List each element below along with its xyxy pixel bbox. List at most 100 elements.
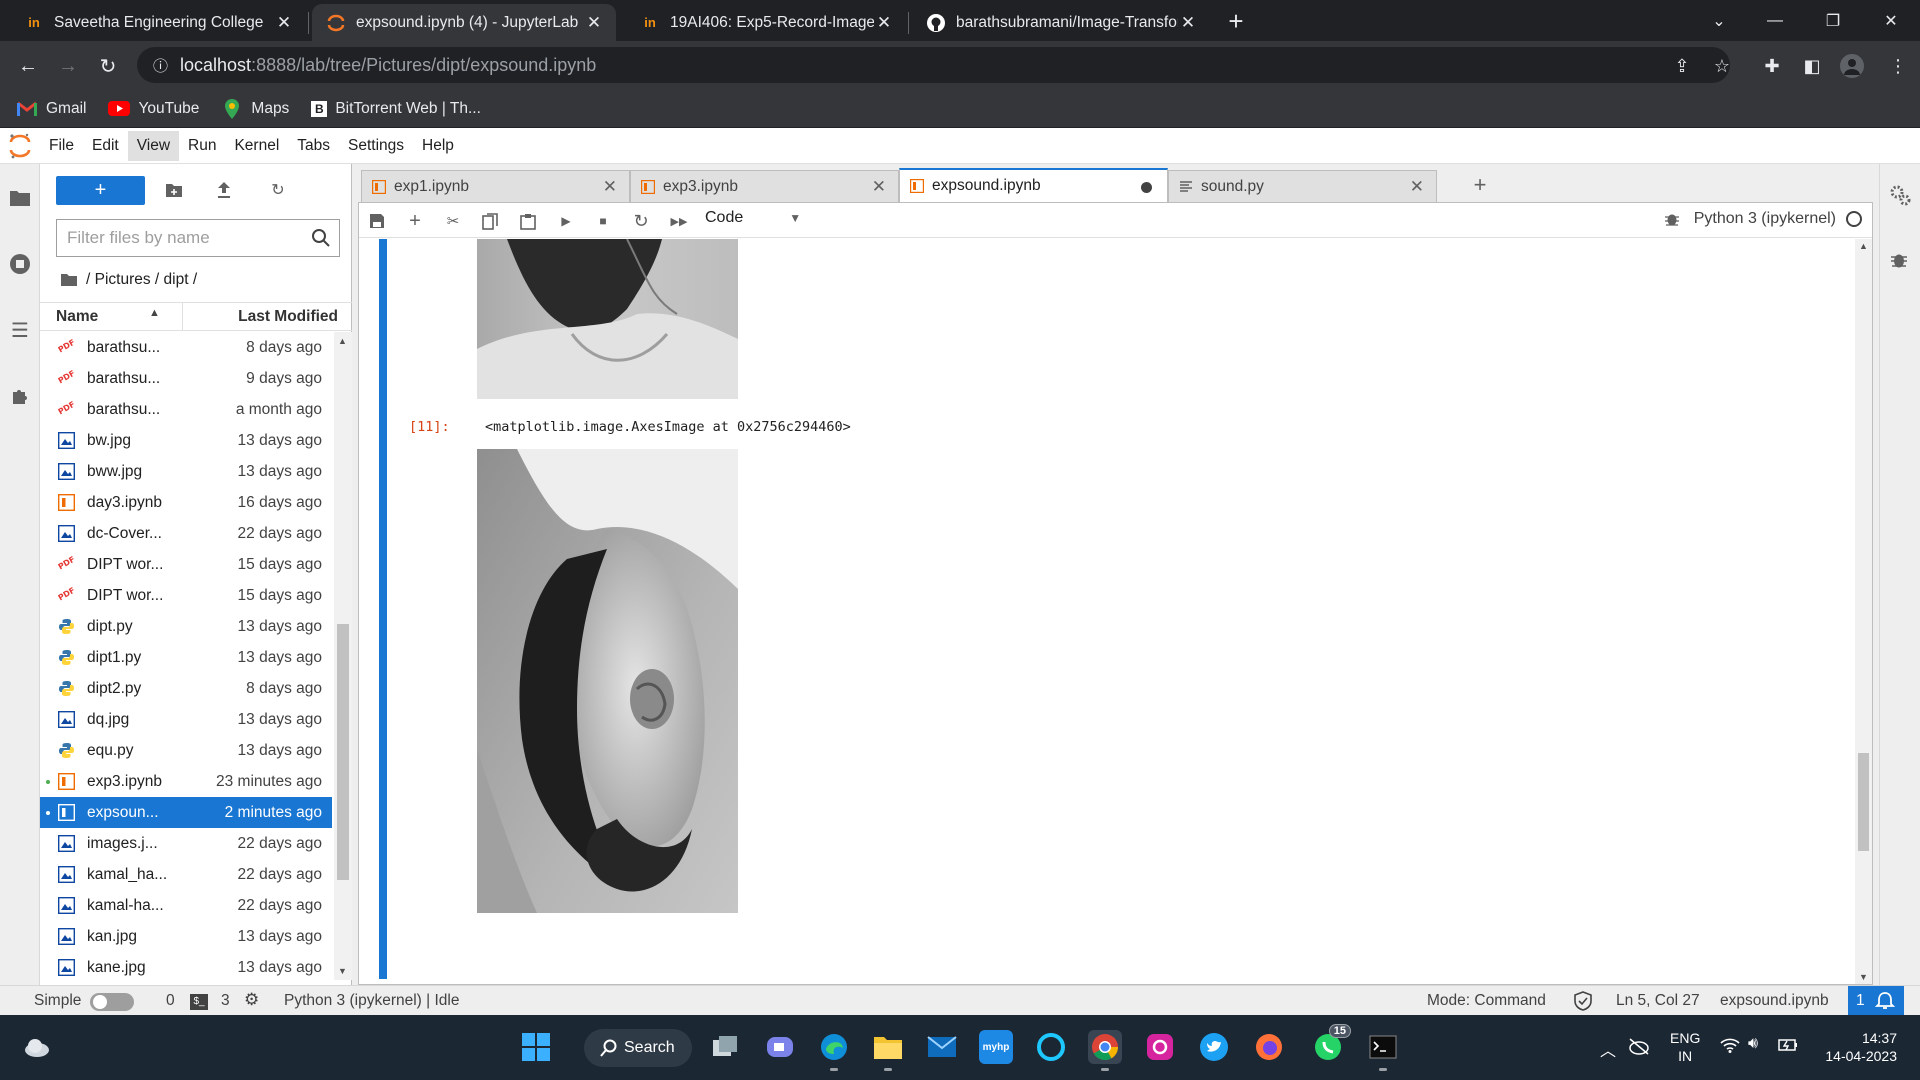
menu-settings[interactable]: Settings (339, 131, 413, 161)
browser-tab[interactable]: barathsubramani/Image-Transfor ✕ (910, 4, 1210, 41)
cell-type-select[interactable]: Code ▼ (705, 209, 801, 227)
file-item[interactable]: PDF barathsu... 8 days ago (40, 332, 332, 363)
windows-start-icon[interactable] (519, 1030, 553, 1064)
table-of-contents-icon[interactable]: ☰ (8, 318, 32, 342)
file-list-scrollbar[interactable]: ▲ ▼ (334, 332, 352, 980)
interrupt-kernel-icon[interactable]: ■ (593, 211, 613, 231)
scrollbar-thumb[interactable] (1858, 753, 1869, 851)
new-launcher-button[interactable]: + (56, 176, 145, 205)
column-name[interactable]: Name (56, 308, 98, 326)
kernel-count[interactable]: 3 (221, 992, 230, 1010)
terminal-icon[interactable]: $_ (190, 994, 208, 1010)
cursor-position[interactable]: Ln 5, Col 27 (1616, 992, 1700, 1010)
kernel-indicator[interactable]: Python 3 (ipykernel) (1664, 210, 1862, 228)
file-item[interactable]: images.j... 22 days ago (40, 828, 332, 859)
kernel-status[interactable]: Python 3 (ipykernel) | Idle (284, 992, 459, 1010)
wifi-icon[interactable] (1720, 1037, 1740, 1056)
close-tab-icon[interactable]: ✕ (584, 13, 604, 33)
file-item[interactable]: expsoun... 2 minutes ago (40, 797, 332, 828)
menu-kernel[interactable]: Kernel (225, 131, 288, 161)
file-item[interactable]: bww.jpg 13 days ago (40, 456, 332, 487)
scroll-down-arrow-icon[interactable]: ▼ (1859, 972, 1868, 982)
property-inspector-gears-icon[interactable] (1889, 184, 1911, 206)
menu-file[interactable]: File (40, 131, 83, 161)
scroll-down-arrow-icon[interactable]: ▼ (338, 966, 347, 976)
kernel-gear-icon[interactable]: ⚙ (244, 990, 259, 1010)
breadcrumb-path[interactable]: / Pictures / dipt / (86, 271, 197, 289)
restore-button[interactable]: ❐ (1810, 0, 1856, 41)
column-last-modified[interactable]: Last Modified (238, 308, 338, 326)
tab-exp1[interactable]: exp1.ipynb ✕ (361, 170, 630, 202)
menu-tabs[interactable]: Tabs (288, 131, 339, 161)
scroll-up-arrow-icon[interactable]: ▲ (338, 336, 347, 346)
home-folder-icon[interactable] (60, 273, 78, 287)
file-item[interactable]: PDF DIPT wor... 15 days ago (40, 580, 332, 611)
file-item[interactable]: day3.ipynb 16 days ago (40, 487, 332, 518)
run-cell-icon[interactable]: ▶ (556, 211, 576, 231)
myhp-icon[interactable]: myhp (979, 1030, 1013, 1064)
share-icon[interactable]: ⇪ (1670, 54, 1694, 78)
whatsapp-icon[interactable]: 15 (1311, 1024, 1351, 1064)
cut-icon[interactable]: ✂ (443, 211, 463, 231)
file-item[interactable]: dipt.py 13 days ago (40, 611, 332, 642)
file-item[interactable]: dipt2.py 8 days ago (40, 673, 332, 704)
cortana-icon[interactable] (1034, 1030, 1068, 1064)
edge-browser-icon[interactable] (817, 1030, 851, 1071)
restart-run-all-icon[interactable]: ▶▶ (669, 211, 689, 231)
close-icon[interactable]: ✕ (1410, 177, 1424, 197)
shield-icon[interactable] (1574, 991, 1592, 1016)
sort-ascending-icon[interactable]: ▲ (149, 307, 160, 319)
mail-icon[interactable] (925, 1030, 959, 1064)
paste-icon[interactable] (518, 211, 538, 231)
file-item[interactable]: dipt1.py 13 days ago (40, 642, 332, 673)
scroll-up-arrow-icon[interactable]: ▲ (1859, 241, 1868, 251)
menu-edit[interactable]: Edit (83, 131, 128, 161)
upload-icon[interactable] (212, 178, 236, 202)
debugger-bug-icon[interactable] (1664, 211, 1680, 227)
site-info-icon[interactable]: ⓘ (153, 55, 168, 76)
unsaved-dot-icon[interactable] (1141, 182, 1152, 193)
back-button[interactable]: ← (12, 50, 44, 82)
add-tab-button[interactable]: + (1467, 172, 1493, 198)
debugger-bug-icon[interactable] (1889, 250, 1911, 272)
battery-charging-icon[interactable] (1778, 1037, 1798, 1056)
close-tab-icon[interactable]: ✕ (274, 13, 294, 33)
extensions-icon[interactable]: ✚ (1760, 54, 1784, 78)
bookmark-star-icon[interactable]: ☆ (1710, 54, 1734, 78)
task-view-icon[interactable] (709, 1030, 743, 1064)
file-item[interactable]: kane.jpg 13 days ago (40, 952, 332, 980)
insert-cell-icon[interactable]: + (405, 210, 425, 232)
new-tab-button[interactable]: + (1222, 8, 1250, 36)
forward-button[interactable]: → (52, 50, 84, 82)
volume-icon[interactable]: 🔊︎ (1748, 1035, 1758, 1053)
show-hidden-icons-chevron[interactable]: ︿ (1600, 1037, 1616, 1061)
extension-manager-icon[interactable] (8, 384, 32, 408)
menu-run[interactable]: Run (179, 131, 225, 161)
file-item[interactable]: dq.jpg 13 days ago (40, 704, 332, 735)
tab-search-chevron-icon[interactable]: ⌄ (1696, 0, 1742, 41)
bookmark-bittorrent[interactable]: B BitTorrent Web | Th... (311, 100, 481, 118)
file-item[interactable]: kamal-ha... 22 days ago (40, 890, 332, 921)
close-window-button[interactable]: ✕ (1868, 0, 1914, 41)
close-tab-icon[interactable]: ✕ (874, 13, 894, 33)
taskbar-search[interactable]: Search (584, 1029, 692, 1067)
file-item[interactable]: dc-Cover... 22 days ago (40, 518, 332, 549)
terminal-count[interactable]: 0 (166, 992, 175, 1010)
scrollbar-thumb[interactable] (337, 624, 349, 880)
clock[interactable]: 14:37 14-04-2023 (1815, 1029, 1897, 1065)
weather-widget-icon[interactable] (20, 1030, 54, 1064)
chrome-icon[interactable] (1088, 1030, 1122, 1071)
instagram-icon[interactable] (1143, 1030, 1177, 1064)
file-item[interactable]: equ.py 13 days ago (40, 735, 332, 766)
running-sessions-icon[interactable] (8, 252, 32, 276)
save-icon[interactable] (367, 211, 387, 231)
bookmark-gmail[interactable]: Gmail (16, 100, 86, 118)
notebook-scrollbar[interactable]: ▲ ▼ (1855, 239, 1872, 984)
file-item[interactable]: PDF DIPT wor... 15 days ago (40, 549, 332, 580)
restart-kernel-icon[interactable]: ↻ (631, 211, 651, 231)
side-panel-icon[interactable]: ◧ (1800, 54, 1824, 78)
menu-help[interactable]: Help (413, 131, 463, 161)
browser-tab-active[interactable]: expsound.ipynb (4) - JupyterLab ✕ (312, 4, 616, 41)
chrome-menu-icon[interactable]: ⋮ (1886, 54, 1910, 78)
close-tab-icon[interactable]: ✕ (1178, 13, 1198, 33)
